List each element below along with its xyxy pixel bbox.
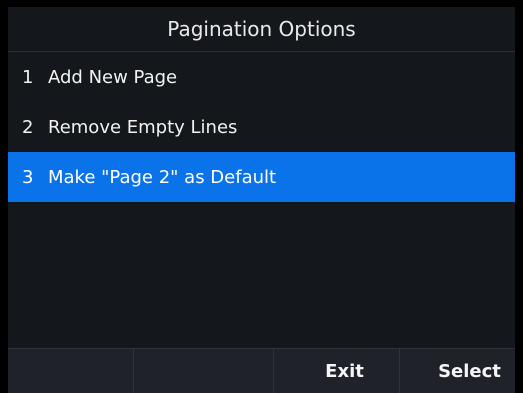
screen-title: Pagination Options <box>167 17 356 41</box>
menu-item-number: 1 <box>22 66 34 88</box>
menu-item-remove-empty-lines[interactable]: 2 Remove Empty Lines <box>8 102 515 152</box>
menu-item-label: Make "Page 2" as Default <box>48 166 277 188</box>
menu-item-label: Add New Page <box>48 66 178 88</box>
select-softkey-label: Select <box>438 360 501 382</box>
softkey-empty-2 <box>134 349 274 393</box>
menu-item-add-new-page[interactable]: 1 Add New Page <box>8 52 515 102</box>
softkey-bar: Exit Select <box>8 348 515 393</box>
select-softkey[interactable]: Select <box>400 349 515 393</box>
pagination-options-screen: Pagination Options 1 Add New Page 2 Remo… <box>0 0 523 393</box>
exit-softkey-label: Exit <box>325 360 364 382</box>
menu-item-number: 3 <box>22 166 34 188</box>
screen-title-bar: Pagination Options <box>8 7 515 52</box>
exit-softkey[interactable]: Exit <box>274 349 400 393</box>
menu-item-label: Remove Empty Lines <box>48 116 238 138</box>
softkey-empty-1 <box>8 349 134 393</box>
options-menu: 1 Add New Page 2 Remove Empty Lines 3 Ma… <box>8 52 515 348</box>
menu-item-make-page-2-default[interactable]: 3 Make "Page 2" as Default <box>8 152 515 202</box>
menu-item-number: 2 <box>22 116 34 138</box>
